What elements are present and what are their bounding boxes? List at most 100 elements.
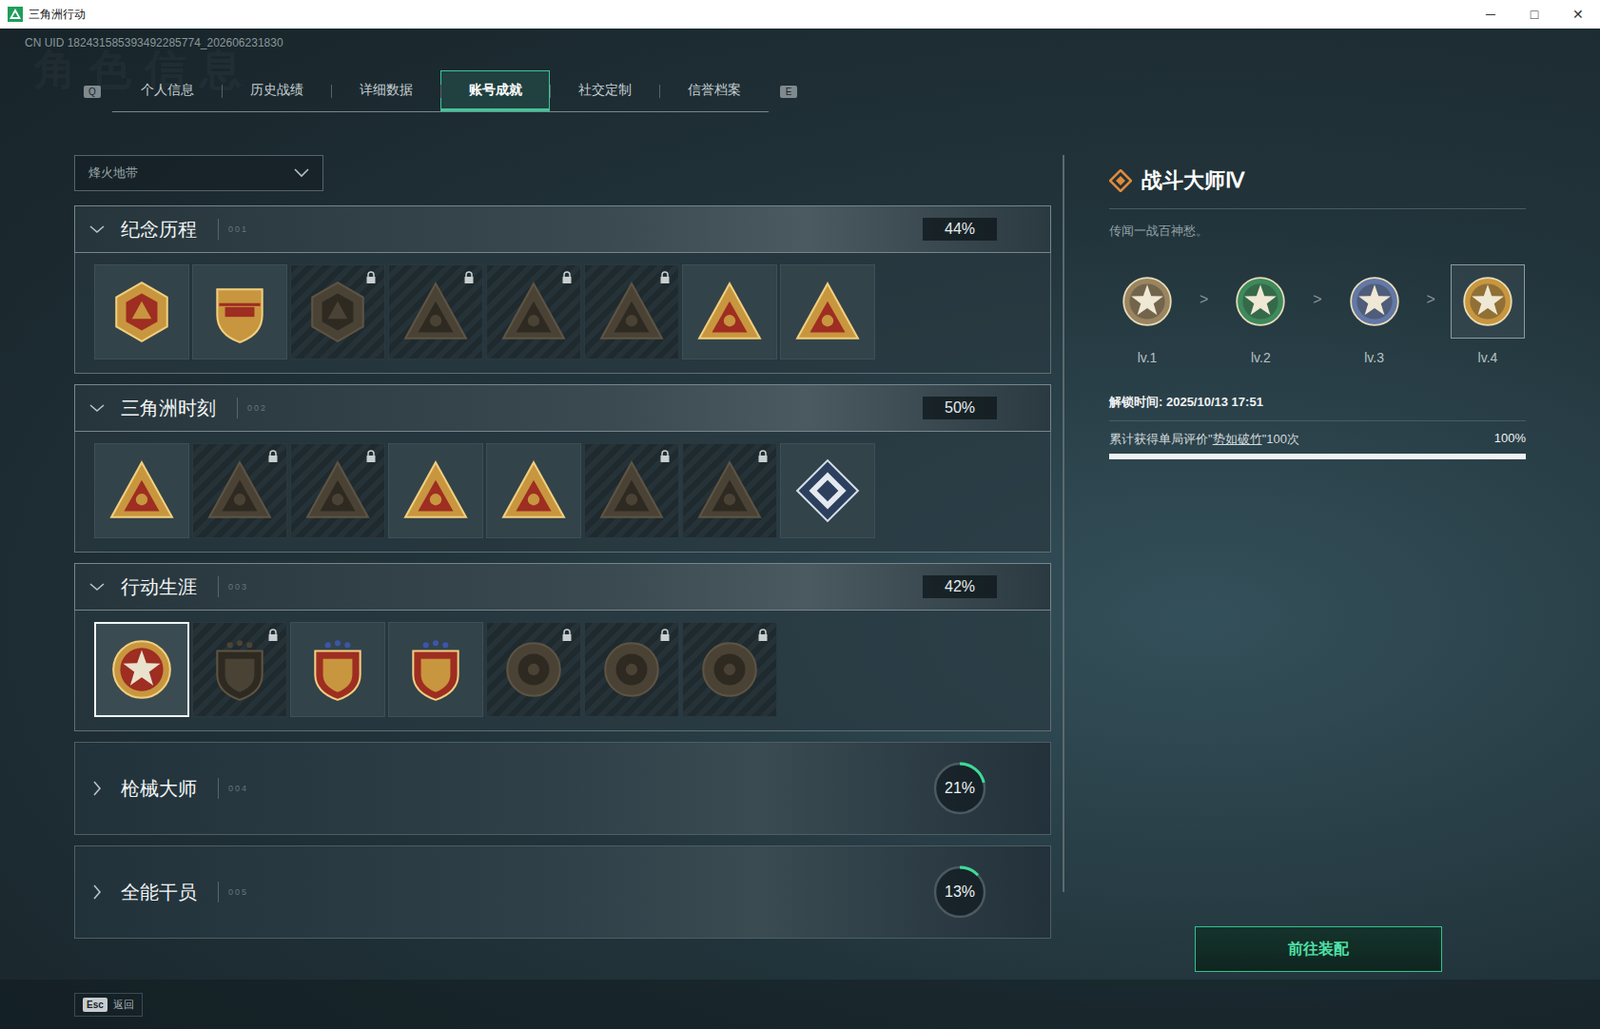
next-key[interactable]: E	[780, 85, 798, 98]
badge-cell[interactable]	[682, 622, 778, 718]
badge-cell[interactable]	[94, 622, 190, 718]
badge-cell[interactable]	[290, 264, 386, 360]
badge-cell[interactable]	[290, 443, 386, 539]
chevron-down-icon	[293, 168, 310, 178]
badge-cell[interactable]	[192, 622, 288, 718]
badge-cell[interactable]	[388, 622, 484, 718]
lock-icon	[561, 628, 573, 643]
tab[interactable]: 详细数据	[331, 70, 441, 112]
section-percent: 50%	[922, 396, 997, 420]
section-header[interactable]: 纪念历程00144%	[74, 205, 1052, 254]
tab[interactable]: 个人信息	[112, 70, 222, 112]
tab[interactable]: 社交定制	[549, 70, 660, 112]
window-control[interactable]: ✕	[1556, 6, 1600, 22]
mode-dropdown[interactable]: 烽火地带	[74, 155, 324, 192]
section-header[interactable]: 三角洲时刻00250%	[74, 384, 1052, 432]
badge-cell[interactable]	[682, 443, 778, 539]
badge-cell[interactable]	[584, 443, 680, 539]
tab[interactable]: 账号成就	[440, 70, 550, 112]
badge-cell[interactable]	[388, 443, 484, 539]
badge-icon	[303, 635, 372, 704]
level-item[interactable]: lv.3	[1336, 264, 1413, 366]
badge-cell[interactable]	[192, 443, 288, 539]
level-item[interactable]: lv.1	[1109, 264, 1186, 366]
detail-title: 战斗大师Ⅳ	[1109, 166, 1526, 210]
chevron-icon	[92, 780, 102, 797]
section-code: 001	[228, 224, 249, 235]
badge-grid	[74, 431, 1052, 553]
section-percent: 42%	[922, 575, 997, 599]
badge-cell[interactable]	[192, 264, 288, 360]
window-control[interactable]: □	[1512, 6, 1557, 22]
level-separator: >	[1199, 291, 1209, 309]
equip-button[interactable]: 前往装配	[1194, 926, 1443, 973]
badge-cell[interactable]	[94, 443, 190, 539]
task-text: 累计获得单局评价"势如破竹"100次	[1109, 430, 1300, 449]
chevron-icon	[92, 884, 102, 900]
game-window: 三角洲行动─□✕角色信息CN UID 182431585393492285774…	[0, 0, 1600, 1029]
section-header[interactable]: 全能干员00513%	[74, 845, 1052, 939]
title-bar: 三角洲行动─□✕	[0, 0, 1600, 29]
medal-icon	[1117, 272, 1177, 332]
delta-logo-icon	[7, 6, 23, 22]
badge-icon	[107, 277, 176, 347]
window-control[interactable]: ─	[1468, 6, 1513, 22]
badge-cell[interactable]	[94, 264, 190, 360]
lock-icon	[757, 628, 769, 643]
badge-cell[interactable]	[682, 264, 778, 360]
badge-icon	[597, 456, 666, 526]
footer: Esc返回	[0, 979, 1600, 1029]
section-percent: 21%	[944, 780, 976, 798]
medal-icon	[1345, 272, 1405, 332]
level-separator: >	[1426, 291, 1436, 309]
achievement-section: 全能干员00513%	[74, 845, 1052, 939]
badge-icon	[401, 635, 470, 704]
section-percent: 13%	[944, 883, 976, 901]
lock-icon	[757, 449, 769, 464]
lock-icon	[365, 271, 377, 285]
badge-cell[interactable]	[388, 264, 484, 360]
level-item[interactable]: lv.4	[1449, 264, 1526, 366]
section-title: 纪念历程	[120, 216, 197, 243]
badge-icon	[303, 277, 372, 347]
badge-cell[interactable]	[584, 264, 680, 360]
lock-icon	[659, 449, 671, 464]
lock-icon	[267, 449, 279, 464]
badge-icon	[107, 635, 176, 704]
scrollbar[interactable]	[1062, 155, 1065, 893]
level-label: lv.1	[1137, 350, 1158, 366]
badge-cell[interactable]	[486, 443, 582, 539]
diamond-icon	[1109, 169, 1132, 193]
progress-ring: 21%	[930, 759, 990, 819]
unlock-time: 解锁时间: 2025/10/13 17:51	[1109, 393, 1526, 422]
badge-cell[interactable]	[780, 443, 876, 539]
badge-cell[interactable]	[486, 264, 582, 360]
badge-icon	[695, 635, 764, 704]
lock-icon	[659, 271, 671, 285]
tab[interactable]: 历史战绩	[221, 70, 332, 112]
lock-icon	[561, 271, 573, 285]
content: 角色信息CN UID 182431585393492285774_2026062…	[0, 28, 1600, 980]
tab[interactable]: 信誉档案	[659, 70, 769, 112]
achievement-section: 枪械大师00421%	[74, 741, 1052, 836]
section-code: 005	[228, 887, 249, 898]
badge-cell[interactable]	[486, 622, 582, 718]
badge-cell[interactable]	[780, 264, 876, 360]
level-item[interactable]: lv.2	[1222, 264, 1299, 366]
section-header[interactable]: 枪械大师00421%	[74, 741, 1052, 836]
achievement-list: 烽火地带纪念历程00144%三角洲时刻00250%行动生涯00342%枪械大师0…	[74, 155, 1052, 980]
achievement-section: 三角洲时刻00250%	[74, 384, 1052, 553]
medal-icon	[1230, 272, 1290, 332]
badge-icon	[401, 456, 470, 526]
badge-cell[interactable]	[584, 622, 680, 718]
task-progress	[1109, 453, 1526, 460]
badge-icon	[695, 277, 764, 347]
task-row: 累计获得单局评价"势如破竹"100次100%	[1109, 430, 1526, 449]
section-header[interactable]: 行动生涯00342%	[74, 563, 1052, 611]
section-title: 枪械大师	[120, 776, 197, 802]
back-button[interactable]: Esc返回	[74, 993, 143, 1017]
badge-grid	[74, 610, 1052, 732]
lock-icon	[365, 449, 377, 464]
badge-icon	[695, 456, 764, 526]
badge-cell[interactable]	[290, 622, 386, 718]
